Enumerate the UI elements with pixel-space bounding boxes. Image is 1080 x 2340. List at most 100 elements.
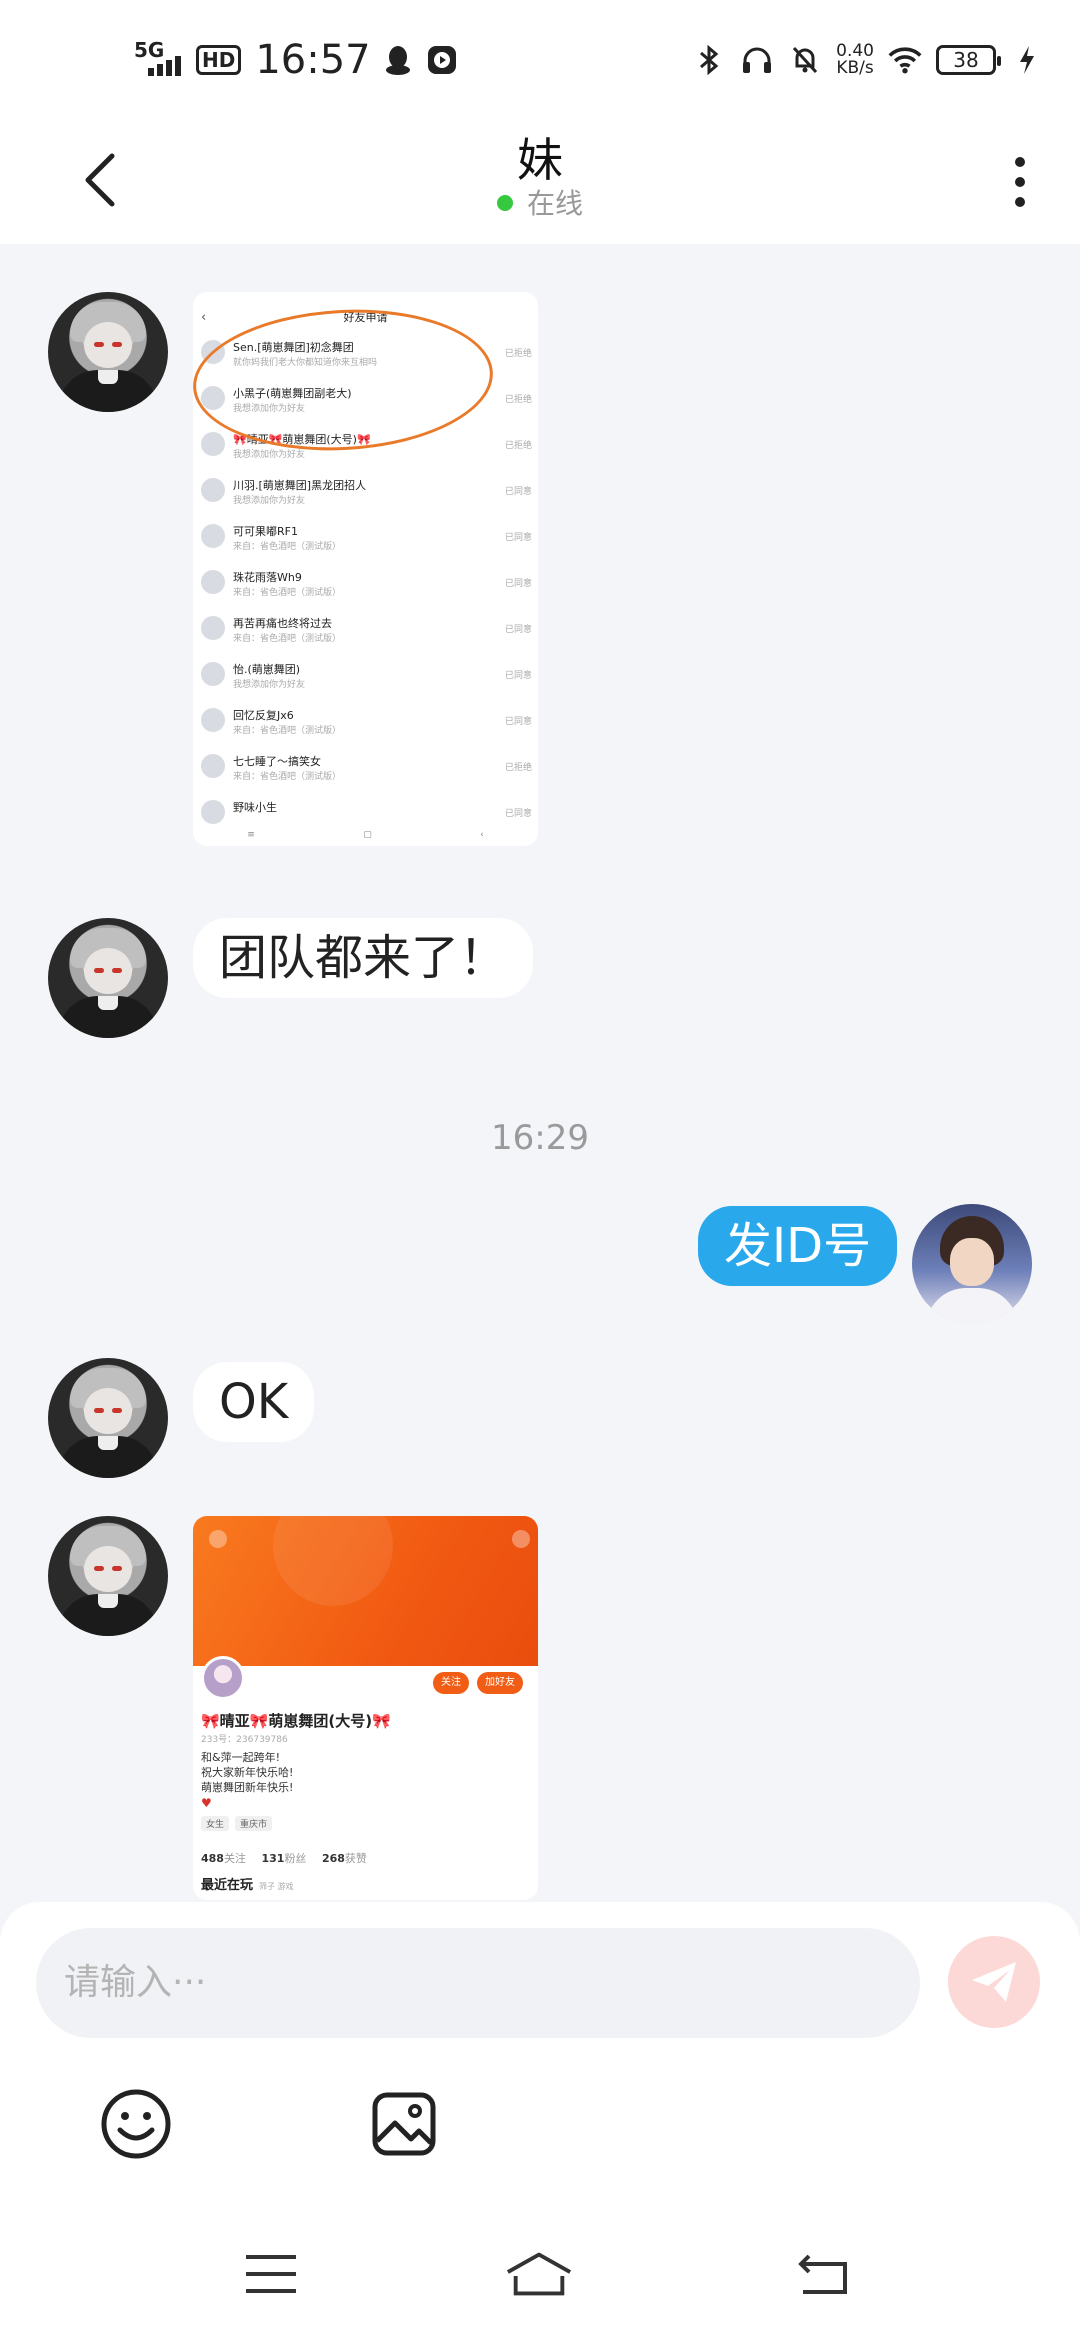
hd-badge: HD xyxy=(196,45,242,75)
add-friend-button: 加好友 xyxy=(477,1672,523,1694)
follow-button: 关注 xyxy=(433,1672,469,1694)
request-status: 已同意 xyxy=(504,671,532,681)
requester-name: 怡.(萌崽舞团) xyxy=(233,663,301,676)
profile-screenshot[interactable]: 关注 加好友 🎀晴亚🎀萌崽舞团(大号)🎀 233号：236739786 和&萍一… xyxy=(193,1516,538,1900)
requester-name: 可可果嘟RF1 xyxy=(233,525,298,538)
online-dot xyxy=(496,195,513,211)
friend-request-row: 可可果嘟RF1 来自：省色酒吧（测试版） 已同意 xyxy=(193,514,538,560)
headphones-icon xyxy=(740,43,774,77)
request-status: 已拒绝 xyxy=(504,349,532,359)
request-note: 我想添加你为好友 xyxy=(233,680,306,690)
profile-tags: 女生 重庆市 xyxy=(201,1816,273,1831)
contact-avatar[interactable] xyxy=(48,1516,168,1636)
request-status: 已拒绝 xyxy=(504,763,532,773)
system-nav-bar xyxy=(0,2220,1080,2340)
status-right: 0.40 KB/s 38 xyxy=(692,30,1044,90)
profile-cover xyxy=(193,1516,538,1666)
requester-name: 野味小生 xyxy=(233,801,277,814)
requester-avatar xyxy=(201,616,225,640)
request-note: 来自：省色酒吧（测试版） xyxy=(233,634,342,644)
incoming-message[interactable]: OK xyxy=(193,1362,315,1442)
requester-avatar xyxy=(201,708,225,732)
status-time: 16:57 xyxy=(255,37,371,83)
request-status: 已拒绝 xyxy=(504,395,532,405)
request-status: 已同意 xyxy=(504,579,532,589)
profile-bio: 和&萍一起跨年! 祝大家新年快乐哈! 萌崽舞团新年快乐! xyxy=(201,1751,294,1794)
heart-icon: ♥ xyxy=(201,1796,212,1810)
back-nav-icon xyxy=(798,2254,847,2294)
send-button[interactable] xyxy=(948,1936,1040,2028)
profile-name: 🎀晴亚🎀萌崽舞团(大号)🎀 xyxy=(201,1712,391,1730)
request-note: 来自：省色酒吧（测试版） xyxy=(233,542,342,552)
request-status: 已同意 xyxy=(504,809,532,819)
friend-request-row: 川羽.[萌崽舞团]黑龙团招人 我想添加你为好友 已同意 xyxy=(193,468,538,514)
menu-nav-button[interactable] xyxy=(236,2244,306,2304)
requester-avatar xyxy=(201,570,225,594)
friend-request-row: 再苦再痛也终将过去 来自：省色酒吧（测试版） 已同意 xyxy=(193,606,538,652)
image-picker-icon xyxy=(372,2092,436,2156)
request-note: 来自：省色酒吧（测试版） xyxy=(233,726,342,736)
requester-name: 珠花雨落Wh9 xyxy=(233,571,302,584)
menu-icon xyxy=(246,2255,296,2293)
home-icon xyxy=(506,2252,572,2296)
image-picker-button[interactable] xyxy=(364,2084,444,2164)
friend-request-row: 七七睡了～搞笑女来自：省色酒吧（测试版） 已拒绝 xyxy=(193,744,538,790)
request-status: 已拒绝 xyxy=(504,441,532,451)
screenshot-nav-bar: ≡ ▢ ‹ xyxy=(193,824,538,846)
profile-stats: 488关注 131粉丝 268获赞 xyxy=(201,1852,367,1865)
request-status: 已同意 xyxy=(504,487,532,497)
chat-header: 妹 在线 xyxy=(0,120,1080,244)
outgoing-message[interactable]: 发ID号 xyxy=(698,1206,898,1286)
charging-bolt-icon xyxy=(1010,43,1044,77)
send-plane-icon xyxy=(972,1962,1016,2002)
more-options-icon xyxy=(512,1530,530,1548)
profile-id: 233号：236739786 xyxy=(201,1735,288,1745)
battery-indicator: 38 xyxy=(936,45,1001,75)
my-avatar[interactable] xyxy=(912,1204,1032,1324)
back-arrow-icon xyxy=(209,1530,227,1548)
wifi-icon xyxy=(888,43,922,77)
more-vertical-icon xyxy=(1015,157,1025,167)
friend-request-row: 怡.(萌崽舞团) 我想添加你为好友 已同意 xyxy=(193,652,538,698)
requester-avatar xyxy=(201,524,225,548)
bluetooth-icon xyxy=(692,43,726,77)
requester-avatar xyxy=(201,754,225,778)
friend-request-row: 回忆反复Jx6 来自：省色酒吧（测试版） 已同意 xyxy=(193,698,538,744)
requester-name: 七七睡了～搞笑女 xyxy=(233,755,321,768)
time-separator: 16:29 xyxy=(491,1118,589,1158)
contact-avatar[interactable] xyxy=(48,292,168,412)
request-note: 我想添加你为好友 xyxy=(233,496,306,506)
message-input[interactable]: 请输入··· xyxy=(36,1928,920,2038)
request-status: 已同意 xyxy=(504,625,532,635)
request-note: 来自：省色酒吧（测试版） xyxy=(233,588,342,598)
status-bar: 5G HD 16:57 0.40 KB/s 38 xyxy=(0,0,1080,120)
online-status: 在线 xyxy=(0,182,1080,222)
contact-avatar[interactable] xyxy=(48,1358,168,1478)
network-speed: 0.40 KB/s xyxy=(836,41,874,78)
status-left: 5G HD 16:57 xyxy=(134,30,459,90)
incoming-message[interactable]: 团队都来了！ xyxy=(193,918,534,998)
emoji-button[interactable] xyxy=(96,2084,176,2164)
home-nav-button[interactable] xyxy=(504,2244,574,2304)
requester-avatar xyxy=(201,478,225,502)
video-play-icon xyxy=(425,43,459,77)
back-arrow-icon: ‹ xyxy=(201,310,207,325)
requester-avatar xyxy=(201,432,225,456)
recently-played: 最近在玩 筛子 游戏 xyxy=(201,1878,294,1893)
friend-requests-screenshot[interactable]: ‹ 好友申请 Sen.[萌崽舞团]初念舞团 就你妈我们老大你都知道你来互相吗 已拒绝… xyxy=(193,292,538,846)
requester-avatar xyxy=(201,662,225,686)
qq-penguin-icon xyxy=(381,43,415,77)
request-note: 来自：省色酒吧（测试版） xyxy=(233,772,342,782)
back-nav-button[interactable] xyxy=(788,2244,858,2304)
requester-name: 回忆反复Jx6 xyxy=(233,709,294,722)
contact-name: 妹 xyxy=(517,133,563,187)
contact-avatar[interactable] xyxy=(48,918,168,1038)
request-status: 已同意 xyxy=(504,717,532,727)
requester-name: 川羽.[萌崽舞团]黑龙团招人 xyxy=(233,479,367,492)
more-options-button[interactable] xyxy=(1000,142,1040,222)
request-status: 已同意 xyxy=(504,533,532,543)
request-note: 我想添加你为好友 xyxy=(233,450,306,460)
cellular-signal-icon: 5G xyxy=(134,38,186,82)
requester-name: 再苦再痛也终将过去 xyxy=(233,617,332,630)
mute-bell-icon xyxy=(788,43,822,77)
